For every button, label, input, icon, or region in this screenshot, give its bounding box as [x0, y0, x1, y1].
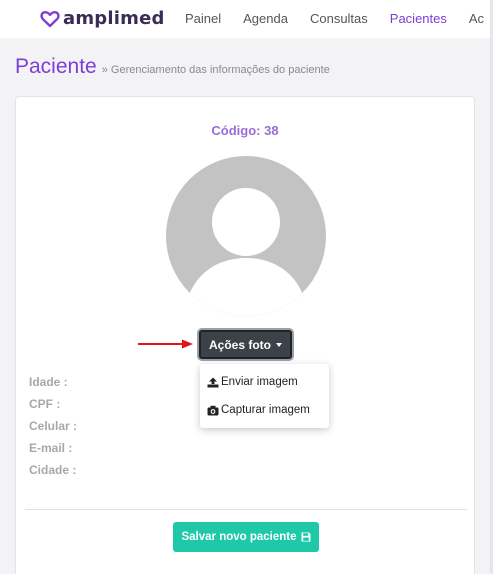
main-nav: Painel Agenda Consultas Pacientes Ac	[185, 11, 493, 26]
upload-icon	[207, 377, 219, 387]
field-city-label: Cidade :	[29, 463, 77, 477]
photo-actions-menu: Enviar imagem Capturar imagem	[200, 364, 329, 428]
amplimed-logo[interactable]: amplimed	[40, 8, 165, 29]
top-navbar: amplimed Painel Agenda Consultas Pacient…	[0, 0, 493, 38]
save-new-patient-button[interactable]: Salvar novo paciente	[173, 522, 319, 552]
field-age-label: Idade :	[29, 375, 68, 389]
patient-code: Código: 38	[211, 123, 279, 138]
patient-card: Código: 38 Ações foto Enviar imagem Capt…	[15, 96, 475, 574]
photo-actions-label: Ações foto	[208, 337, 271, 352]
nav-item-truncated[interactable]: Ac	[469, 11, 484, 26]
page-title: Paciente	[15, 55, 97, 78]
save-button-label: Salvar novo paciente	[181, 531, 297, 543]
nav-item-consultas[interactable]: Consultas	[310, 11, 368, 26]
floppy-disk-icon	[301, 532, 311, 542]
field-email-label: E-mail :	[29, 441, 73, 455]
nav-item-agenda[interactable]: Agenda	[243, 11, 288, 26]
nav-item-pacientes[interactable]: Pacientes	[390, 11, 447, 26]
page-header: Paciente » Gerenciamento das informações…	[15, 55, 330, 79]
brand-name: amplimed	[63, 8, 165, 29]
heart-logo-icon	[40, 10, 60, 27]
nav-item-painel[interactable]: Painel	[185, 11, 221, 26]
menu-item-capture-image[interactable]: Capturar imagem	[200, 396, 329, 424]
avatar	[166, 156, 326, 316]
menu-item-upload-image[interactable]: Enviar imagem	[200, 368, 329, 396]
caret-down-icon	[276, 342, 282, 347]
red-arrow-icon	[138, 339, 193, 349]
divider	[25, 509, 467, 510]
page-subtitle: » Gerenciamento das informações do pacie…	[101, 64, 330, 76]
photo-actions-button[interactable]: Ações foto	[199, 330, 292, 359]
user-placeholder-icon	[184, 188, 308, 316]
patient-fields: Idade : CPF : Celular : E-mail : Cidade …	[29, 375, 77, 485]
field-phone-label: Celular :	[29, 419, 78, 433]
camera-icon	[207, 405, 219, 415]
menu-item-label: Capturar imagem	[221, 404, 310, 416]
field-cpf-label: CPF :	[29, 397, 61, 411]
menu-item-label: Enviar imagem	[221, 376, 298, 388]
